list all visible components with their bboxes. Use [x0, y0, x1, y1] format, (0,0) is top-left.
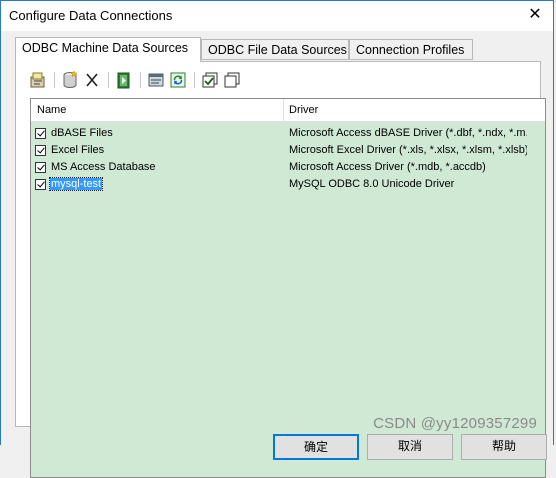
refresh-icon[interactable]: [168, 70, 188, 90]
close-icon[interactable]: ✕: [521, 3, 549, 27]
tab-odbc-file-data-sources[interactable]: ODBC File Data Sources: [201, 39, 349, 60]
data-source-name: dBASE Files: [51, 127, 113, 139]
row-checkbox[interactable]: [35, 145, 46, 156]
tab-odbc-machine-data-sources[interactable]: ODBC Machine Data Sources: [15, 37, 201, 62]
data-source-name: MS Access Database: [51, 161, 156, 173]
data-source-name: Excel Files: [51, 144, 105, 156]
list-item-selected[interactable]: mysql-test MySQL ODBC 8.0 Unicode Driver: [31, 177, 545, 194]
row-checkbox[interactable]: [35, 162, 46, 173]
row-checkbox[interactable]: [35, 179, 46, 190]
data-source-driver: Microsoft Excel Driver (*.xls, *.xlsx, *…: [289, 144, 527, 156]
data-source-driver: MySQL ODBC 8.0 Unicode Driver: [289, 178, 455, 190]
tab-panel: Name Driver dBASE Files Microsoft Access…: [15, 61, 546, 478]
data-source-name: mysql-test: [48, 177, 104, 191]
select-all-icon[interactable]: [200, 70, 220, 90]
help-button[interactable]: 帮助: [461, 434, 547, 460]
list-item[interactable]: MS Access Database Microsoft Access Driv…: [31, 160, 545, 177]
title-bar: Configure Data Connections ✕: [1, 1, 553, 31]
configure-data-connections-dialog: Configure Data Connections ✕ ODBC Machin…: [0, 0, 554, 478]
list-header: Name Driver: [31, 99, 545, 122]
column-header-name[interactable]: Name: [31, 99, 283, 121]
watermark: CSDN @yy1209357299: [373, 415, 537, 432]
delete-icon[interactable]: [82, 70, 102, 90]
cancel-button[interactable]: 取消: [367, 434, 453, 460]
test-connection-icon[interactable]: [114, 70, 134, 90]
list-item[interactable]: Excel Files Microsoft Excel Driver (*.xl…: [31, 143, 545, 160]
row-checkbox[interactable]: [35, 128, 46, 139]
data-source-driver: Microsoft Access Driver (*.mdb, *.accdb): [289, 161, 486, 173]
data-source-driver: Microsoft Access dBASE Driver (*.dbf, *.…: [289, 127, 527, 139]
column-header-driver[interactable]: Driver: [283, 99, 545, 121]
window-title: Configure Data Connections: [9, 8, 173, 23]
configure-icon[interactable]: [28, 70, 48, 90]
new-database-icon[interactable]: [60, 70, 80, 90]
list-item[interactable]: dBASE Files Microsoft Access dBASE Drive…: [31, 126, 545, 143]
tab-connection-profiles[interactable]: Connection Profiles: [349, 39, 473, 60]
ok-button[interactable]: 确定: [273, 434, 359, 460]
properties-icon[interactable]: [146, 70, 166, 90]
copy-icon[interactable]: [222, 70, 242, 90]
